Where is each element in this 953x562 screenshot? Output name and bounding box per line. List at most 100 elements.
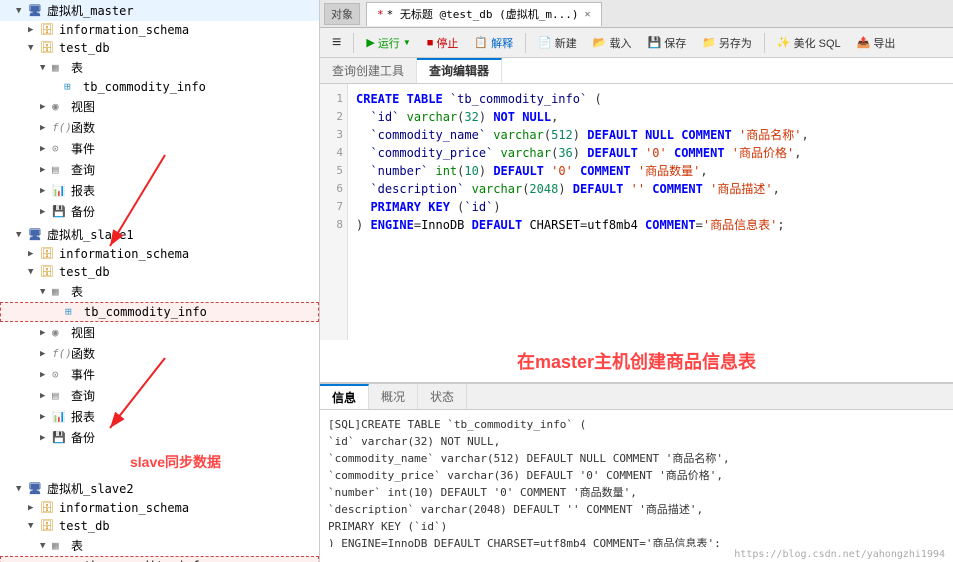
db-info-slave2-label: information_schema	[59, 501, 189, 515]
sub-tab-create-tool[interactable]: 查询创建工具	[320, 58, 417, 83]
save-label: 保存	[664, 35, 686, 51]
beautify-button[interactable]: ✨ 美化 SQL	[771, 33, 847, 53]
save-button[interactable]: 💾 保存	[642, 33, 693, 53]
view-icon: ◉	[52, 100, 68, 114]
sidebar: ▼ 🖥 虚拟机_master ▶ 🗄 information_schema ▼ …	[0, 0, 320, 562]
bottom-tab-status-label: 状态	[430, 388, 454, 405]
tab-close-icon[interactable]: ✕	[584, 9, 590, 20]
group-func-master[interactable]: ▶ f() 函数	[0, 117, 319, 138]
group-view-slave1[interactable]: ▶ ◉ 视图	[0, 322, 319, 343]
func-icon: f()	[52, 121, 68, 135]
new-icon: 📄	[538, 36, 552, 49]
right-panel: 对象 * * 无标题 @test_db (虚拟机_m...) ✕ ≡ ▶ 运行 …	[320, 0, 953, 562]
main-container: ▼ 🖥 虚拟机_master ▶ 🗄 information_schema ▼ …	[0, 0, 953, 562]
db-testdb-label: test_db	[59, 41, 110, 55]
bottom-tab-overview-label: 概况	[381, 388, 405, 405]
group-table-slave2[interactable]: ▼ ▦ 表	[0, 535, 319, 556]
insert-button[interactable]: 📂 载入	[587, 33, 638, 53]
report-icon: 📊	[52, 184, 68, 198]
group-table-slave1-label: 表	[71, 283, 83, 300]
insert-icon: 📂	[593, 36, 607, 49]
stop-icon: ■	[427, 37, 434, 49]
bottom-content: [SQL]CREATE TABLE `tb_commodity_info` ( …	[320, 410, 953, 547]
group-event-slave1[interactable]: ▶ ⊙ 事件	[0, 364, 319, 385]
tab-object[interactable]: 对象	[324, 3, 360, 25]
bottom-tab-info-label: 信息	[332, 389, 356, 406]
arrow-master: ▼	[16, 6, 28, 16]
db-info-schema-slave1[interactable]: ▶ 🗄 information_schema	[0, 245, 319, 263]
group-backup-label: 备份	[71, 203, 95, 220]
code-editor[interactable]: 1 2 3 4 5 6 7 8 CREATE TABLE `tb_commodi…	[320, 84, 953, 340]
server-slave1-label: 虚拟机_slave1	[47, 226, 134, 243]
table-tb-commodity-slave2[interactable]: ⊞ tb_commodity_info	[0, 556, 319, 562]
table-tb-commodity-slave1-label: tb_commodity_info	[84, 305, 207, 319]
explain-icon: 📋	[474, 36, 488, 49]
toolbar-sep-1	[353, 33, 354, 53]
server-master[interactable]: ▼ 🖥 虚拟机_master	[0, 0, 319, 21]
code-content[interactable]: CREATE TABLE `tb_commodity_info` ( `id` …	[348, 84, 953, 340]
group-func-slave1[interactable]: ▶ f() 函数	[0, 343, 319, 364]
group-backup-slave1[interactable]: ▶ 💾 备份	[0, 427, 319, 448]
db-testdb-slave2[interactable]: ▼ 🗄 test_db	[0, 517, 319, 535]
tab-query-label: * 无标题 @test_db (虚拟机_m...)	[387, 6, 579, 22]
menu-button[interactable]: ≡	[326, 32, 347, 54]
group-table-slave1[interactable]: ▼ ▦ 表	[0, 281, 319, 302]
db-testdb-slave1[interactable]: ▼ 🗄 test_db	[0, 263, 319, 281]
server-master-label: 虚拟机_master	[47, 2, 134, 19]
server-slave2[interactable]: ▼ 🖥 虚拟机_slave2	[0, 478, 319, 499]
save-as-button[interactable]: 📁 另存为	[696, 33, 758, 53]
beautify-label: 美化 SQL	[794, 35, 841, 51]
db-info-label: information_schema	[59, 23, 189, 37]
insert-label: 载入	[610, 35, 632, 51]
toolbar: ≡ ▶ 运行 ▼ ■ 停止 📋 解释 📄 新建 📂	[320, 28, 953, 58]
explain-button[interactable]: 📋 解释	[468, 33, 519, 53]
group-report-slave1[interactable]: ▶ 📊 报表	[0, 406, 319, 427]
group-event-label: 事件	[71, 140, 95, 157]
group-report-master[interactable]: ▶ 📊 报表	[0, 180, 319, 201]
table-group-icon: ▦	[52, 61, 68, 75]
tab-query[interactable]: * * 无标题 @test_db (虚拟机_m...) ✕	[366, 2, 602, 26]
run-button[interactable]: ▶ 运行 ▼	[360, 33, 416, 53]
sub-tab-query-editor-label: 查询编辑器	[429, 62, 489, 79]
group-table-master[interactable]: ▼ ▦ 表	[0, 57, 319, 78]
master-annotation-text: 在master主机创建商品信息表	[517, 352, 756, 372]
new-label: 新建	[555, 35, 577, 51]
group-query-slave1[interactable]: ▶ ▤ 查询	[0, 385, 319, 406]
slave-annotation-text: slave同步数据	[130, 454, 221, 470]
run-dropdown-icon: ▼	[403, 38, 411, 47]
group-event-master[interactable]: ▶ ⊙ 事件	[0, 138, 319, 159]
toolbar-sep-3	[764, 33, 765, 53]
db-info-schema-slave2[interactable]: ▶ 🗄 information_schema	[0, 499, 319, 517]
server-slave1[interactable]: ▼ 🖥 虚拟机_slave1	[0, 224, 319, 245]
group-view-master[interactable]: ▶ ◉ 视图	[0, 96, 319, 117]
tab-object-label: 对象	[331, 6, 353, 22]
group-backup-master[interactable]: ▶ 💾 备份	[0, 201, 319, 222]
explain-label: 解释	[491, 35, 513, 51]
server-icon-slave1: 🖥	[28, 228, 44, 242]
new-button[interactable]: 📄 新建	[532, 33, 583, 53]
bottom-tab-overview[interactable]: 概况	[369, 384, 418, 409]
group-func-label: 函数	[71, 119, 95, 136]
db-icon-2: 🗄	[40, 41, 56, 55]
table-tb-commodity-slave1[interactable]: ⊞ tb_commodity_info	[0, 302, 319, 322]
sub-tab-query-editor[interactable]: 查询编辑器	[417, 58, 502, 83]
group-query-master[interactable]: ▶ ▤ 查询	[0, 159, 319, 180]
backup-icon: 💾	[52, 205, 68, 219]
menu-icon: ≡	[332, 34, 341, 52]
save-as-icon: 📁	[702, 36, 716, 49]
db-testdb-slave2-label: test_db	[59, 519, 110, 533]
table-tb-commodity-master-label: tb_commodity_info	[83, 80, 206, 94]
db-testdb-master[interactable]: ▼ 🗄 test_db	[0, 39, 319, 57]
db-icon: 🗄	[40, 23, 56, 37]
bottom-tab-status[interactable]: 状态	[418, 384, 467, 409]
db-info-schema-master[interactable]: ▶ 🗄 information_schema	[0, 21, 319, 39]
db-testdb-slave1-label: test_db	[59, 265, 110, 279]
beautify-icon: ✨	[777, 36, 791, 49]
export-button[interactable]: 📤 导出	[851, 33, 902, 53]
sub-tab-bar: 查询创建工具 查询编辑器	[320, 58, 953, 84]
bottom-tab-info[interactable]: 信息	[320, 384, 369, 409]
slave-annotation: slave同步数据	[0, 452, 319, 472]
stop-button[interactable]: ■ 停止	[421, 33, 465, 53]
table-tb-commodity-master[interactable]: ⊞ tb_commodity_info	[0, 78, 319, 96]
group-query-label: 查询	[71, 161, 95, 178]
